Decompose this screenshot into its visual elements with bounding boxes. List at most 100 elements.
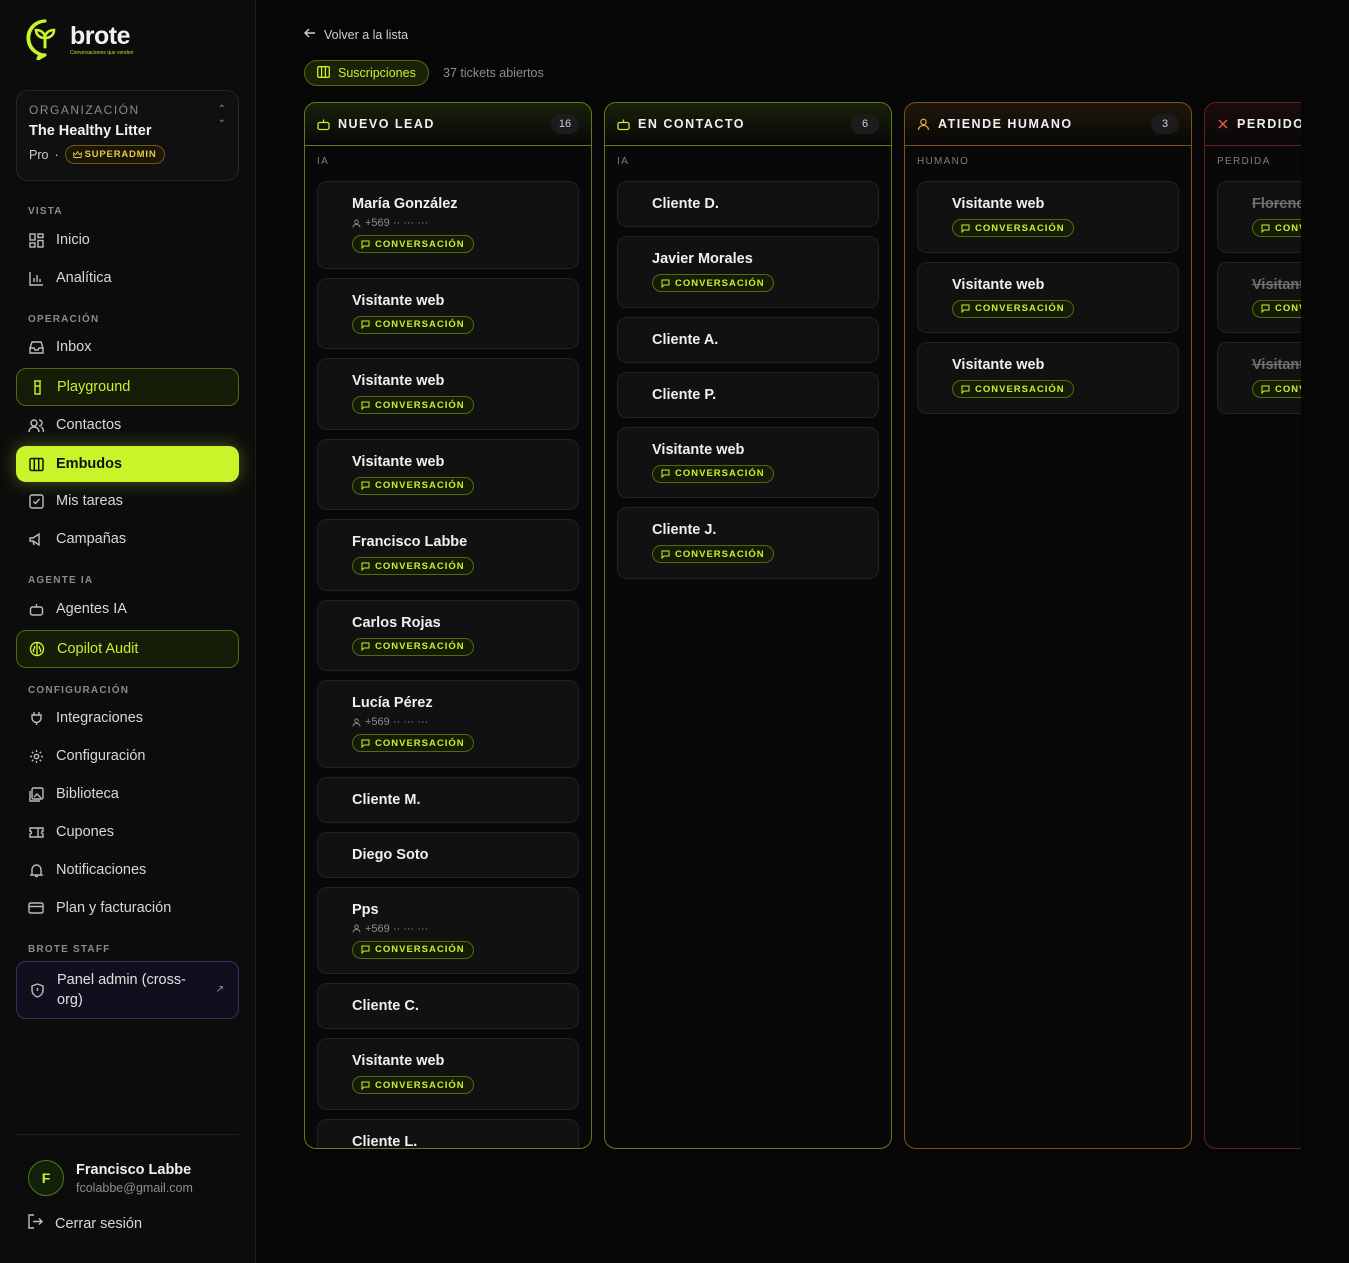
conversation-badge[interactable]: CONVERSACIÓN: [652, 464, 774, 483]
ticket-card[interactable]: Cliente A.: [617, 316, 879, 363]
ticket-card[interactable]: Cliente M.: [317, 776, 579, 823]
ticket-card[interactable]: Visitante web CONVERSACIÓN: [917, 342, 1179, 414]
ticket-contact-name: Cliente J.: [652, 522, 717, 538]
ticket-card[interactable]: Diego Soto: [317, 831, 579, 878]
logout-icon: [28, 1214, 43, 1233]
ticket-card[interactable]: Visitante web CONVERSACIÓN: [1217, 261, 1301, 333]
ticket-card[interactable]: Javier Morales CONVERSACIÓN: [617, 236, 879, 308]
conversation-label: CONVERSACIÓN: [375, 944, 465, 955]
ticket-contact-name: Visitante web: [352, 373, 445, 389]
ticket-card[interactable]: Visitante web CONVERSACIÓN: [617, 426, 879, 498]
ticket-card[interactable]: Visitante web CONVERSACIÓN: [317, 277, 579, 349]
ticket-card[interactable]: Cliente D.: [617, 181, 879, 227]
conversation-badge[interactable]: CONVERSACIÓN: [352, 476, 474, 495]
conversation-label: CONVERSACIÓN: [375, 399, 465, 411]
nav-section-vista: Vista: [28, 206, 63, 217]
nav-item-inbox[interactable]: Inbox: [16, 329, 239, 365]
conversation-badge[interactable]: CONVERSACIÓN: [952, 299, 1074, 318]
nav-item-contactos[interactable]: Contactos: [16, 407, 239, 443]
column-header[interactable]: Nuevo lead 16: [305, 103, 591, 146]
brain-icon: [29, 641, 45, 657]
column-header[interactable]: En contacto 6: [605, 103, 891, 146]
ticket-card[interactable]: Florencia CONVERSACIÓN: [1217, 181, 1301, 253]
ticket-card[interactable]: Pps +569 ·· ··· ··· CONVERSACIÓN: [317, 886, 579, 974]
conversation-badge[interactable]: CONVERSACIÓN: [352, 637, 474, 656]
ticket-phone: +569 ·· ··· ···: [352, 716, 566, 728]
chat-bubble-icon: [961, 224, 970, 233]
nav-label-agentes-ia: Agentes IA: [56, 601, 127, 617]
ticket-card[interactable]: Visitante web CONVERSACIÓN: [917, 261, 1179, 333]
nav-item-plan-facturacion[interactable]: Plan y facturación: [16, 890, 239, 926]
nav-item-analitica[interactable]: Analítica: [16, 260, 239, 296]
back-to-list-link[interactable]: Volver a la lista: [304, 27, 408, 42]
ticket-card[interactable]: Lucía Pérez +569 ·· ··· ··· CONVERSACIÓN: [317, 680, 579, 768]
nav-item-panel-admin[interactable]: Panel admin (cross-org) ↗: [16, 961, 239, 1019]
ticket-contact-name: Visitante web: [652, 441, 745, 458]
ticket-contact-name: Visitante web: [352, 1053, 445, 1069]
conversation-badge[interactable]: CONVERSACIÓN: [952, 219, 1074, 237]
chat-bubble-icon: [1261, 304, 1270, 313]
nav-item-biblioteca[interactable]: Biblioteca: [16, 776, 239, 812]
ticket-phone-text: +569 ·· ··· ···: [365, 716, 429, 728]
column-subtitle: IA: [617, 156, 630, 167]
ticket-card[interactable]: Visitante web CONVERSACIÓN: [1217, 342, 1301, 414]
column-header[interactable]: Perdido: [1205, 103, 1301, 146]
nav-label-copilot-audit: Copilot Audit: [57, 641, 139, 657]
nav-item-agentes-ia[interactable]: Agentes IA: [16, 591, 239, 627]
ticket-card[interactable]: Visitante web CONVERSACIÓN: [917, 181, 1179, 253]
nav-item-configuracion[interactable]: Configuración: [16, 738, 239, 774]
ticket-card[interactable]: Visitante web CONVERSACIÓN: [317, 358, 579, 430]
nav-label-contactos: Contactos: [56, 417, 122, 433]
nav-section-brote-staff: Brote staff: [28, 944, 111, 955]
nav-item-mis-tareas[interactable]: Mis tareas: [16, 483, 239, 519]
ticket-card[interactable]: Carlos Rojas CONVERSACIÓN: [317, 599, 579, 671]
brand-logo[interactable]: brote Conversaciones que venden: [24, 18, 133, 60]
nav-item-campanas[interactable]: Campañas: [16, 521, 239, 557]
ticket-card[interactable]: Cliente C.: [317, 983, 579, 1029]
ticket-card[interactable]: Francisco Labbe CONVERSACIÓN: [317, 519, 579, 591]
conversation-badge[interactable]: CONVERSACIÓN: [952, 380, 1074, 398]
nav-item-embudos[interactable]: Embudos: [16, 446, 239, 482]
kanban-column: En contacto 6 IA Cliente D. Javier Morales CO…: [604, 102, 892, 1149]
nav-label-configuracion: Configuración: [56, 748, 146, 764]
conversation-badge[interactable]: CONVERSACIÓN: [352, 734, 474, 752]
brand-name: brote: [70, 21, 131, 50]
conversation-label: CONVERSACIÓN: [375, 238, 465, 250]
conversation-badge[interactable]: CONVERSACIÓN: [352, 235, 474, 253]
ticket-card[interactable]: Cliente L.: [317, 1118, 579, 1148]
conversation-badge[interactable]: CONVERSACIÓN: [352, 940, 474, 959]
ticket-card[interactable]: Visitante web CONVERSACIÓN: [317, 438, 579, 510]
conversation-badge[interactable]: CONVERSACIÓN: [352, 396, 474, 414]
conversation-badge[interactable]: CONVERSACIÓN: [652, 274, 774, 292]
ticket-card[interactable]: Cliente P.: [617, 371, 879, 418]
conversation-badge[interactable]: CONVERSACIÓN: [1252, 380, 1301, 398]
nav-item-cupones[interactable]: Cupones: [16, 814, 239, 850]
sidebar: brote Conversaciones que venden Organiza…: [0, 0, 256, 1263]
ticket-contact-name: Cliente D.: [652, 196, 719, 212]
ticket-contact-name: Cliente A.: [652, 331, 719, 348]
nav-item-notificaciones[interactable]: Notificaciones: [16, 852, 239, 888]
user-profile[interactable]: F Francisco Labbe fcolabbe@gmail.com: [28, 1160, 193, 1196]
column-count-badge: 6: [851, 114, 879, 134]
ticket-contact-name: Cliente P.: [652, 386, 717, 403]
ticket-card[interactable]: María González +569 ·· ··· ··· CONVERSACIÓ…: [317, 181, 579, 269]
org-switcher[interactable]: Organización ⌃ ⌄ The Healthy Litter Pro ·…: [16, 90, 239, 181]
conversation-badge[interactable]: CONVERSACIÓN: [1252, 219, 1301, 237]
nav-item-copilot-audit[interactable]: Copilot Audit: [16, 630, 239, 668]
conversation-badge[interactable]: CONVERSACIÓN: [352, 315, 474, 334]
conversation-label: CONVERSACIÓN: [375, 1079, 465, 1091]
pipeline-selector[interactable]: Suscripciones: [304, 60, 429, 86]
ticket-card[interactable]: Cliente J. CONVERSACIÓN: [617, 507, 879, 579]
ticket-card[interactable]: Visitante web CONVERSACIÓN: [317, 1038, 579, 1110]
nav-label-notificaciones: Notificaciones: [56, 862, 147, 878]
conversation-badge[interactable]: CONVERSACIÓN: [352, 1076, 474, 1094]
conversation-badge[interactable]: CONVERSACIÓN: [652, 545, 774, 563]
column-header[interactable]: Atiende humano 3: [905, 103, 1191, 146]
conversation-badge[interactable]: CONVERSACIÓN: [1252, 299, 1301, 318]
nav-item-inicio[interactable]: Inicio: [16, 222, 239, 258]
inbox-icon: [28, 339, 44, 355]
nav-item-playground[interactable]: Playground: [16, 368, 239, 406]
logout-button[interactable]: Cerrar sesión: [28, 1214, 142, 1233]
nav-item-integraciones[interactable]: Integraciones: [16, 700, 239, 736]
conversation-badge[interactable]: CONVERSACIÓN: [352, 557, 474, 575]
